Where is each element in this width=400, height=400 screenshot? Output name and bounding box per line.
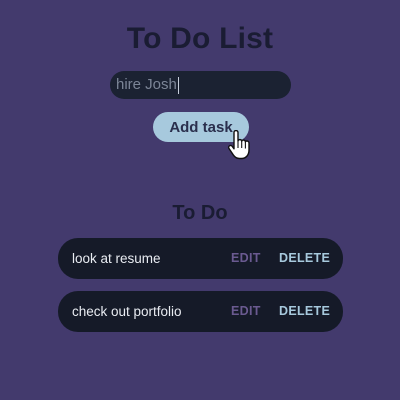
task-row: check out portfolio EDIT DELETE (58, 291, 343, 332)
delete-button[interactable]: DELETE (279, 238, 330, 279)
task-input[interactable]: hire Josh (110, 71, 291, 99)
delete-button[interactable]: DELETE (279, 291, 330, 332)
task-input-value: hire Josh (116, 76, 177, 93)
app-title: To Do List (126, 22, 274, 55)
section-heading: To Do (172, 202, 228, 224)
text-caret (177, 76, 179, 94)
hand-pointer-icon (227, 130, 250, 160)
task-text: look at resume (72, 251, 161, 266)
task-row: look at resume EDIT DELETE (58, 238, 343, 279)
edit-button[interactable]: EDIT (231, 238, 261, 279)
task-list: look at resume EDIT DELETE check out por… (58, 238, 343, 344)
edit-button[interactable]: EDIT (231, 291, 261, 332)
task-text: check out portfolio (72, 304, 182, 319)
